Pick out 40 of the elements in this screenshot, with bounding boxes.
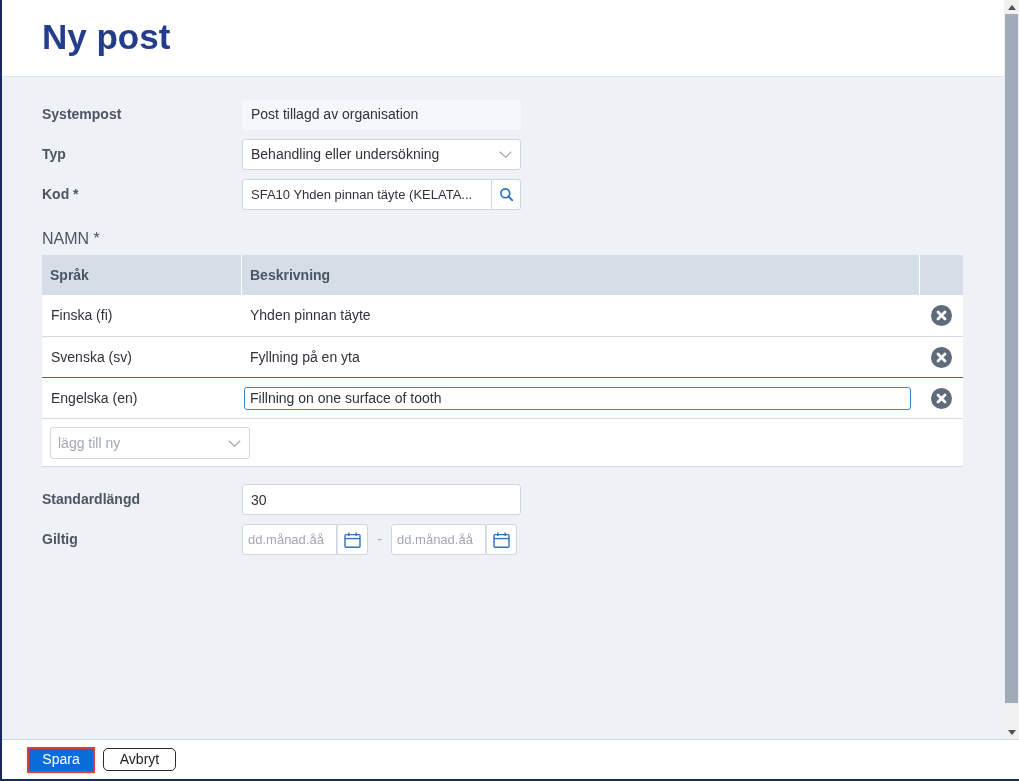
calendar-button[interactable] bbox=[486, 524, 517, 555]
search-icon bbox=[499, 188, 513, 201]
code-input[interactable]: SFA10 Yhden pinnan täyte (KELATA... bbox=[242, 179, 492, 210]
search-button[interactable] bbox=[492, 179, 521, 210]
cancel-button[interactable]: Avbryt bbox=[103, 748, 176, 771]
chevron-down-icon bbox=[499, 151, 512, 158]
page-title: Ny post bbox=[42, 19, 171, 57]
table-cell-text: Fyllning på en yta bbox=[249, 347, 361, 367]
text-input[interactable]: 30 bbox=[242, 484, 521, 515]
remove-button[interactable] bbox=[931, 305, 952, 326]
remove-button[interactable] bbox=[931, 387, 952, 409]
scrollbar-thumb[interactable] bbox=[1005, 14, 1018, 703]
calendar-icon bbox=[344, 531, 361, 548]
calendar-icon bbox=[493, 531, 510, 548]
table-cell-text: Svenska (sv) bbox=[50, 347, 133, 367]
date-input[interactable]: dd.månad.åå bbox=[242, 524, 337, 555]
calendar-button[interactable] bbox=[337, 524, 368, 555]
table-cell-text: Engelska (en) bbox=[50, 388, 139, 408]
readonly-field: Post tillagd av organisation bbox=[242, 99, 521, 130]
type-select[interactable]: Behandling eller undersökning bbox=[242, 139, 521, 170]
field-label: Systempost bbox=[42, 105, 123, 124]
chevron-down-icon bbox=[228, 440, 241, 447]
description-input[interactable]: Fillning on one surface of tooth bbox=[244, 386, 911, 410]
field-label: Typ bbox=[42, 145, 67, 164]
close-circle-icon bbox=[931, 387, 952, 409]
field-label: Kod * bbox=[42, 185, 80, 204]
add-language-select[interactable]: lägg till ny bbox=[50, 427, 250, 459]
table-cell-text: Yhden pinnan täyte bbox=[249, 306, 372, 325]
date-input[interactable]: dd.månad.åå bbox=[391, 524, 486, 555]
close-circle-icon bbox=[931, 305, 952, 326]
range-separator: - bbox=[376, 530, 383, 549]
remove-button[interactable] bbox=[931, 346, 952, 368]
down-triangle-icon[interactable] bbox=[1007, 729, 1016, 735]
field-label: Standardlängd bbox=[42, 490, 141, 509]
field-label: Giltig bbox=[42, 530, 79, 549]
section-label: NAMN * bbox=[42, 229, 100, 249]
close-circle-icon bbox=[931, 346, 952, 368]
up-triangle-icon[interactable] bbox=[1007, 4, 1016, 10]
save-button[interactable]: Spara bbox=[27, 746, 95, 773]
table-cell-text: Finska (fi) bbox=[50, 306, 114, 325]
